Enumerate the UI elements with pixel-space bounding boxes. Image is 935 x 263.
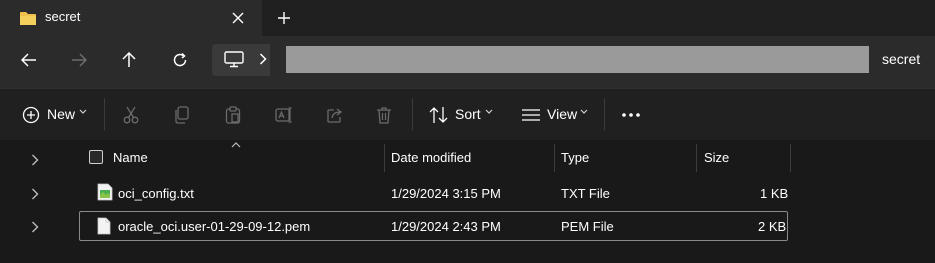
divider bbox=[604, 98, 605, 130]
new-button[interactable]: New bbox=[47, 106, 75, 122]
cut-icon[interactable] bbox=[120, 104, 142, 126]
chevron-down-icon bbox=[485, 109, 493, 115]
file-date: 1/29/2024 3:15 PM bbox=[391, 186, 501, 201]
divider bbox=[104, 98, 105, 130]
chevron-right-icon[interactable] bbox=[31, 154, 39, 166]
column-divider[interactable] bbox=[554, 144, 555, 172]
copy-icon[interactable] bbox=[171, 104, 193, 126]
column-divider[interactable] bbox=[696, 144, 697, 172]
new-plus-icon[interactable] bbox=[20, 104, 42, 126]
more-options-icon[interactable] bbox=[620, 104, 642, 126]
view-list-icon[interactable] bbox=[520, 104, 542, 126]
column-header-date-modified[interactable]: Date modified bbox=[391, 150, 471, 165]
text-file-icon bbox=[97, 183, 113, 201]
tab-title: secret bbox=[45, 9, 81, 24]
rename-icon[interactable] bbox=[273, 104, 295, 126]
file-type: TXT File bbox=[561, 186, 610, 201]
up-arrow-icon[interactable] bbox=[112, 43, 146, 77]
column-header-name[interactable]: Name bbox=[113, 150, 148, 165]
breadcrumb-current[interactable]: secret bbox=[882, 51, 920, 67]
forward-arrow-icon[interactable] bbox=[62, 43, 96, 77]
delete-icon[interactable] bbox=[373, 104, 395, 126]
select-all-checkbox[interactable] bbox=[89, 150, 103, 164]
folder-icon bbox=[19, 10, 37, 26]
column-header-size[interactable]: Size bbox=[704, 150, 729, 165]
column-header-type[interactable]: Type bbox=[561, 150, 589, 165]
sort-caret-icon bbox=[231, 142, 241, 148]
new-tab-icon[interactable] bbox=[272, 6, 296, 30]
file-name: oci_config.txt bbox=[118, 186, 194, 201]
refresh-icon[interactable] bbox=[163, 43, 197, 77]
file-size: 2 KB bbox=[758, 219, 787, 234]
monitor-icon bbox=[224, 51, 244, 68]
divider bbox=[412, 98, 413, 130]
chevron-right-icon[interactable] bbox=[31, 188, 39, 200]
view-button[interactable]: View bbox=[547, 106, 577, 122]
sort-button[interactable]: Sort bbox=[455, 106, 481, 122]
chevron-right-icon[interactable] bbox=[259, 53, 267, 65]
tab-active[interactable] bbox=[0, 0, 262, 36]
back-arrow-icon[interactable] bbox=[12, 43, 46, 77]
chevron-right-icon[interactable] bbox=[31, 221, 39, 233]
chevron-down-icon bbox=[580, 109, 588, 115]
file-name: oracle_oci.user-01-29-09-12.pem bbox=[118, 219, 311, 234]
chevron-down-icon bbox=[79, 109, 87, 115]
column-divider[interactable] bbox=[384, 144, 385, 172]
address-bar-redacted[interactable] bbox=[286, 46, 869, 73]
document-icon bbox=[97, 217, 111, 235]
sort-icon[interactable] bbox=[428, 104, 450, 126]
file-type: PEM File bbox=[561, 219, 614, 234]
file-date: 1/29/2024 2:43 PM bbox=[391, 219, 501, 234]
file-size: 1 KB bbox=[760, 186, 789, 201]
close-icon[interactable] bbox=[226, 6, 250, 30]
share-icon[interactable] bbox=[324, 104, 346, 126]
paste-icon[interactable] bbox=[222, 104, 244, 126]
column-divider[interactable] bbox=[790, 144, 791, 172]
